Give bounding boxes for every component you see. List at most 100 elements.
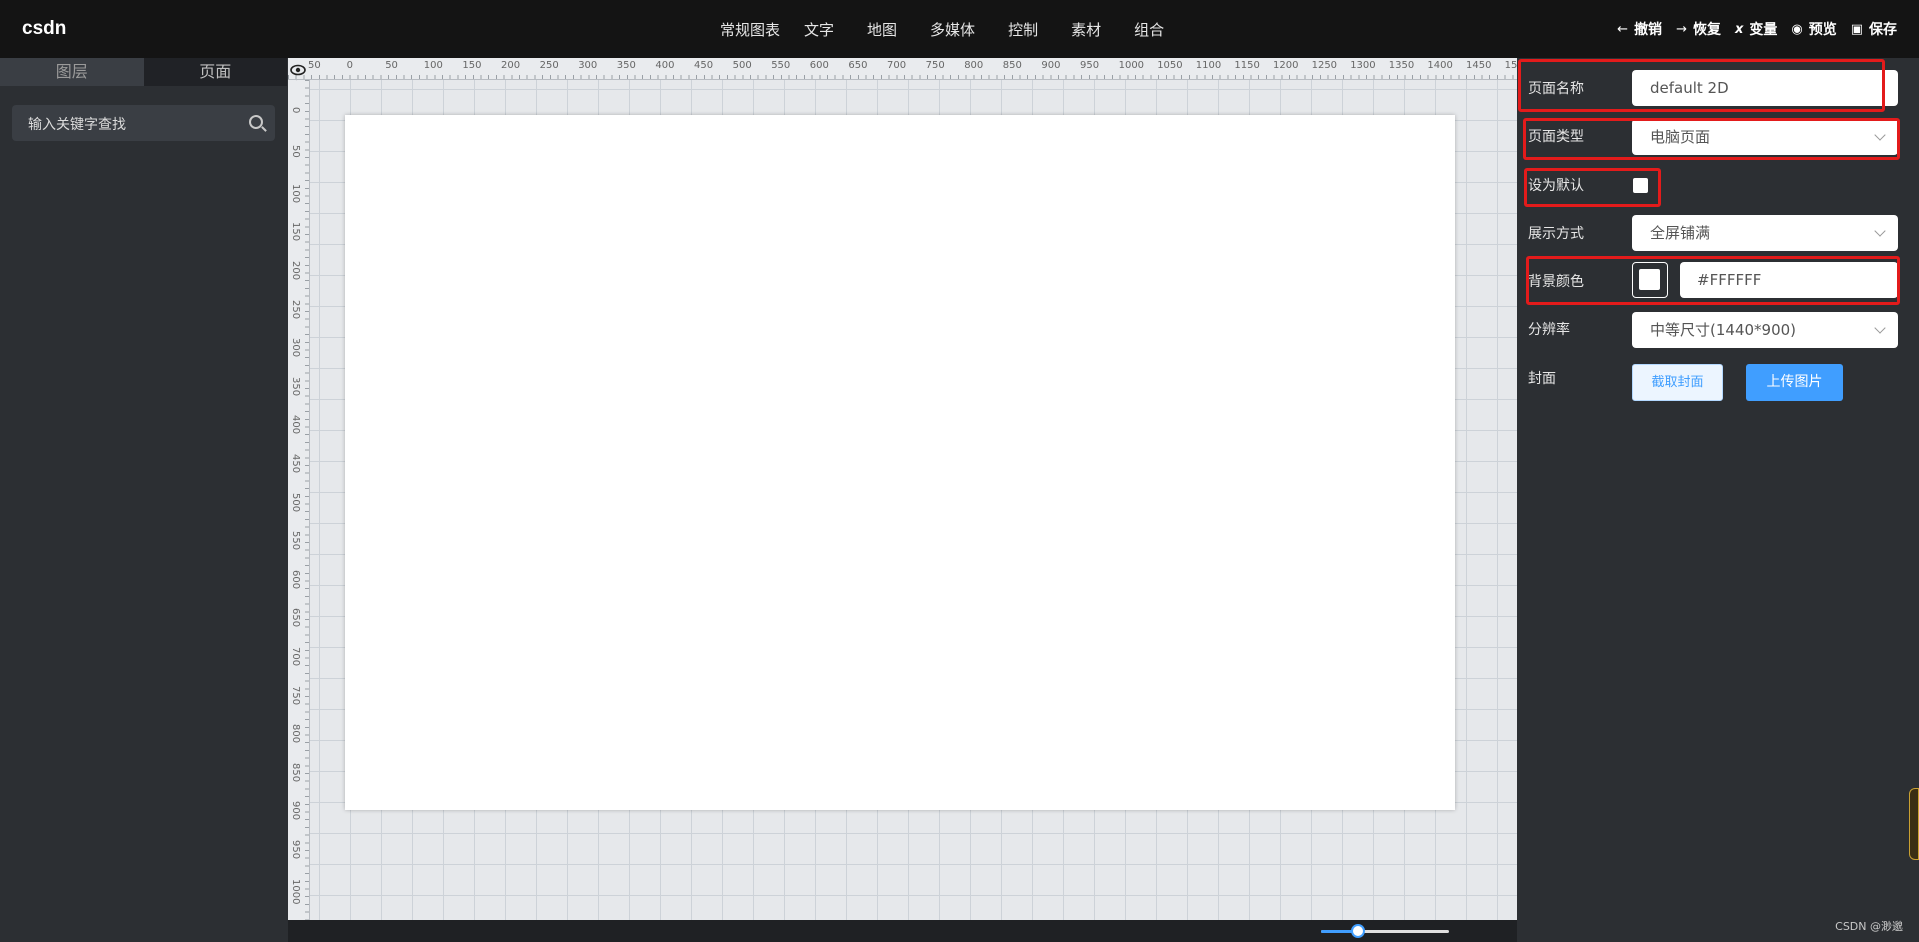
page-canvas[interactable]: [345, 115, 1455, 810]
ruler-tick-label: 600: [290, 569, 301, 589]
search-placeholder: 输入关键字查找: [28, 117, 126, 133]
ruler-tick-label: 650: [290, 608, 301, 628]
redo-label: 恢复: [1692, 22, 1721, 38]
top-bar: csdn 常规图表 文字 地图 多媒体 控制 素材 组合 ← 撤销 → 恢复 x…: [0, 0, 1919, 58]
background-color-input[interactable]: #FFFFFF: [1680, 262, 1898, 298]
ruler-tick-label: 150: [462, 60, 482, 71]
cover-label: 封面: [1528, 371, 1556, 387]
ruler-tick-label: 1000: [290, 878, 301, 905]
preview-button[interactable]: ◉ 预览: [1791, 19, 1836, 39]
component-nav: 常规图表 文字 地图 多媒体 控制 素材 组合: [720, 0, 1197, 58]
ruler-tick-label: 50: [290, 145, 301, 158]
display-mode-value: 全屏铺满: [1650, 224, 1711, 242]
layer-search-input[interactable]: 输入关键字查找: [12, 105, 275, 141]
left-panel-tabs: 图层 页面: [0, 58, 287, 86]
nav-item-media[interactable]: 多媒体: [930, 19, 975, 40]
resolution-label: 分辨率: [1528, 322, 1570, 338]
arrow-left-icon: ←: [1617, 21, 1629, 37]
ruler-tick-label: 100: [290, 183, 301, 203]
ruler-tick-label: 950: [290, 840, 301, 860]
capture-cover-button[interactable]: 截取封面: [1632, 364, 1723, 401]
color-preview: [1639, 269, 1660, 290]
ruler-tick-label: 1050: [1157, 60, 1183, 71]
preview-label: 预览: [1808, 22, 1837, 38]
watermark: CSDN @渺邈: [1835, 920, 1903, 933]
resolution-select[interactable]: 中等尺寸(1440*900): [1632, 312, 1898, 348]
ruler-tick-label: 850: [290, 762, 301, 782]
page-type-label: 页面类型: [1528, 129, 1584, 145]
undo-button[interactable]: ← 撤销: [1617, 19, 1662, 39]
chevron-down-icon: [1874, 322, 1886, 334]
background-color-label: 背景颜色: [1528, 274, 1584, 290]
ruler-tick-label: 200: [501, 60, 521, 71]
ruler-tick-label: 650: [848, 60, 868, 71]
tab-page[interactable]: 页面: [143, 58, 287, 86]
ruler-tick-label: 850: [1002, 60, 1022, 71]
ruler-tick-label: 350: [290, 376, 301, 396]
nav-item-map[interactable]: 地图: [867, 19, 897, 40]
zoom-slider-thumb[interactable]: [1351, 924, 1365, 938]
ruler-tick-label: 900: [1041, 60, 1061, 71]
page-name-label: 页面名称: [1528, 81, 1584, 97]
nav-item-text[interactable]: 文字: [804, 19, 834, 40]
ruler-tick-label: 500: [732, 60, 752, 71]
ruler-tick-label: 1000: [1118, 60, 1145, 71]
ruler-tick-label: 50: [308, 60, 321, 71]
ruler-tick-label: 350: [616, 60, 636, 71]
ruler-tick-label: 500: [290, 492, 301, 512]
save-icon: ▣: [1850, 21, 1863, 37]
variable-button[interactable]: x 变量: [1735, 19, 1777, 39]
search-icon[interactable]: [249, 115, 263, 129]
set-default-label: 设为默认: [1528, 178, 1584, 194]
side-drawer-handle[interactable]: [1909, 788, 1919, 860]
display-mode-select[interactable]: 全屏铺满: [1632, 215, 1898, 251]
ruler-tick-label: 50: [290, 80, 301, 81]
nav-item-assets[interactable]: 素材: [1071, 19, 1101, 40]
toolbar-actions: ← 撤销 → 恢复 x 变量 ◉ 预览 ▣ 保存: [1603, 0, 1897, 58]
ruler-tick-label: 550: [290, 531, 301, 551]
ruler-tick-label: 1300: [1350, 60, 1376, 71]
nav-item-charts[interactable]: 常规图表: [720, 19, 780, 40]
ruler-tick-label: 1450: [1466, 60, 1492, 71]
ruler-tick-label: 250: [290, 299, 301, 319]
upload-image-button[interactable]: 上传图片: [1746, 364, 1843, 401]
set-default-checkbox[interactable]: [1633, 178, 1648, 193]
ruler-tick-label: 450: [694, 60, 714, 71]
ruler-tick-label: 800: [290, 724, 301, 744]
resolution-value: 中等尺寸(1440*900): [1650, 321, 1797, 339]
chevron-down-icon: [1874, 129, 1886, 141]
redo-button[interactable]: → 恢复: [1676, 19, 1721, 39]
ruler-tick-label: 750: [290, 685, 301, 705]
ruler-tick-label: 700: [887, 60, 907, 71]
page-type-select[interactable]: 电脑页面: [1632, 119, 1898, 155]
ruler-tick-label: 750: [925, 60, 945, 71]
ruler-tick-label: 800: [964, 60, 984, 71]
nav-item-control[interactable]: 控制: [1008, 19, 1038, 40]
ruler-tick-label: 450: [290, 454, 301, 474]
save-button[interactable]: ▣ 保存: [1851, 19, 1897, 39]
ruler-tick-label: 700: [290, 647, 301, 667]
left-panel: 图层 页面 输入关键字查找: [0, 58, 287, 942]
nav-item-group[interactable]: 组合: [1134, 19, 1164, 40]
ruler-tick-label: 1200: [1273, 60, 1299, 71]
page-name-input[interactable]: default 2D: [1632, 70, 1898, 106]
ruler-tick-label: 300: [290, 338, 301, 358]
ruler-tick-label: 950: [1080, 60, 1100, 71]
eye-icon[interactable]: [290, 62, 306, 78]
ruler-tick-label: 100: [423, 60, 443, 71]
chevron-down-icon: [1874, 225, 1886, 237]
variable-label: 变量: [1749, 22, 1778, 38]
tab-layers[interactable]: 图层: [0, 58, 144, 86]
ruler-tick-label: 600: [809, 60, 829, 71]
ruler-tick-label: 1400: [1427, 60, 1453, 71]
eye-icon: ◉: [1791, 21, 1803, 37]
ruler-tick-label: 1350: [1388, 60, 1415, 71]
ruler-tick-label: 0: [346, 60, 353, 71]
arrow-right-icon: →: [1676, 21, 1687, 37]
undo-label: 撤销: [1634, 22, 1663, 38]
save-label: 保存: [1869, 22, 1897, 38]
display-mode-label: 展示方式: [1528, 226, 1584, 242]
color-picker-swatch[interactable]: [1632, 262, 1668, 298]
ruler-tick-label: 150: [290, 222, 301, 242]
ruler-tick-label: 0: [290, 106, 301, 113]
